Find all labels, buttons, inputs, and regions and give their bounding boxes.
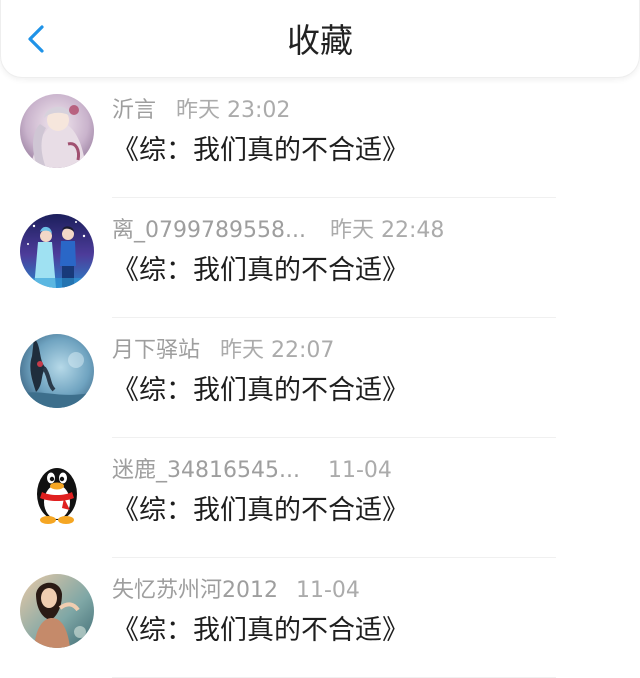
sender-name: 沂言: [112, 98, 157, 123]
timestamp: 11-04: [327, 458, 392, 483]
blue-scenery-avatar-icon: [20, 334, 94, 408]
photo-girl-avatar-icon: [20, 574, 94, 648]
timestamp: 昨天 22:07: [220, 338, 335, 363]
item-meta: 离_0799789558... 昨天 22:48: [112, 218, 444, 244]
item-meta: 沂言 昨天 23:02: [112, 98, 290, 124]
header-bar: 收藏: [0, 0, 640, 78]
timestamp: 昨天 23:02: [176, 98, 291, 123]
favorite-content: 《综：我们真的不合适》: [112, 135, 409, 166]
item-meta: 月下驿站 昨天 22:07: [112, 338, 334, 364]
sender-name: 离_0799789558...: [112, 218, 306, 243]
list-item[interactable]: 迷鹿_34816545... 11-04 《综：我们真的不合适》: [0, 438, 640, 558]
sender-name: 月下驿站: [112, 338, 201, 363]
avatar[interactable]: [20, 94, 94, 168]
favorite-content: 《综：我们真的不合适》: [112, 375, 409, 406]
timestamp: 昨天 22:48: [329, 218, 445, 243]
couple-illustration-avatar-icon: [20, 214, 94, 288]
page-title: 收藏: [287, 21, 353, 60]
item-meta: 迷鹿_34816545... 11-04: [112, 458, 392, 484]
favorite-content: 《综：我们真的不合适》: [112, 255, 409, 286]
list-item[interactable]: 失忆苏州河2012 11-04 《综：我们真的不合适》: [0, 558, 640, 678]
favorites-list: 沂言 昨天 23:02 《综：我们真的不合适》 离_0799789558... …: [0, 78, 640, 678]
sender-name: 迷鹿_34816545...: [112, 458, 300, 483]
list-item[interactable]: 离_0799789558... 昨天 22:48 《综：我们真的不合适》: [0, 198, 640, 318]
anime-girl-avatar-icon: [20, 94, 94, 168]
list-item[interactable]: 月下驿站 昨天 22:07 《综：我们真的不合适》: [0, 318, 640, 438]
avatar[interactable]: [20, 574, 94, 648]
qq-penguin-avatar-icon: [20, 454, 94, 528]
sender-name: 失忆苏州河2012: [112, 578, 278, 603]
avatar[interactable]: [20, 454, 94, 528]
favorite-content: 《综：我们真的不合适》: [112, 495, 409, 526]
avatar[interactable]: [20, 214, 94, 288]
favorite-content: 《综：我们真的不合适》: [112, 615, 409, 646]
avatar[interactable]: [20, 334, 94, 408]
timestamp: 11-04: [296, 578, 360, 603]
item-meta: 失忆苏州河2012 11-04: [112, 578, 360, 604]
list-item[interactable]: 沂言 昨天 23:02 《综：我们真的不合适》: [0, 78, 640, 198]
